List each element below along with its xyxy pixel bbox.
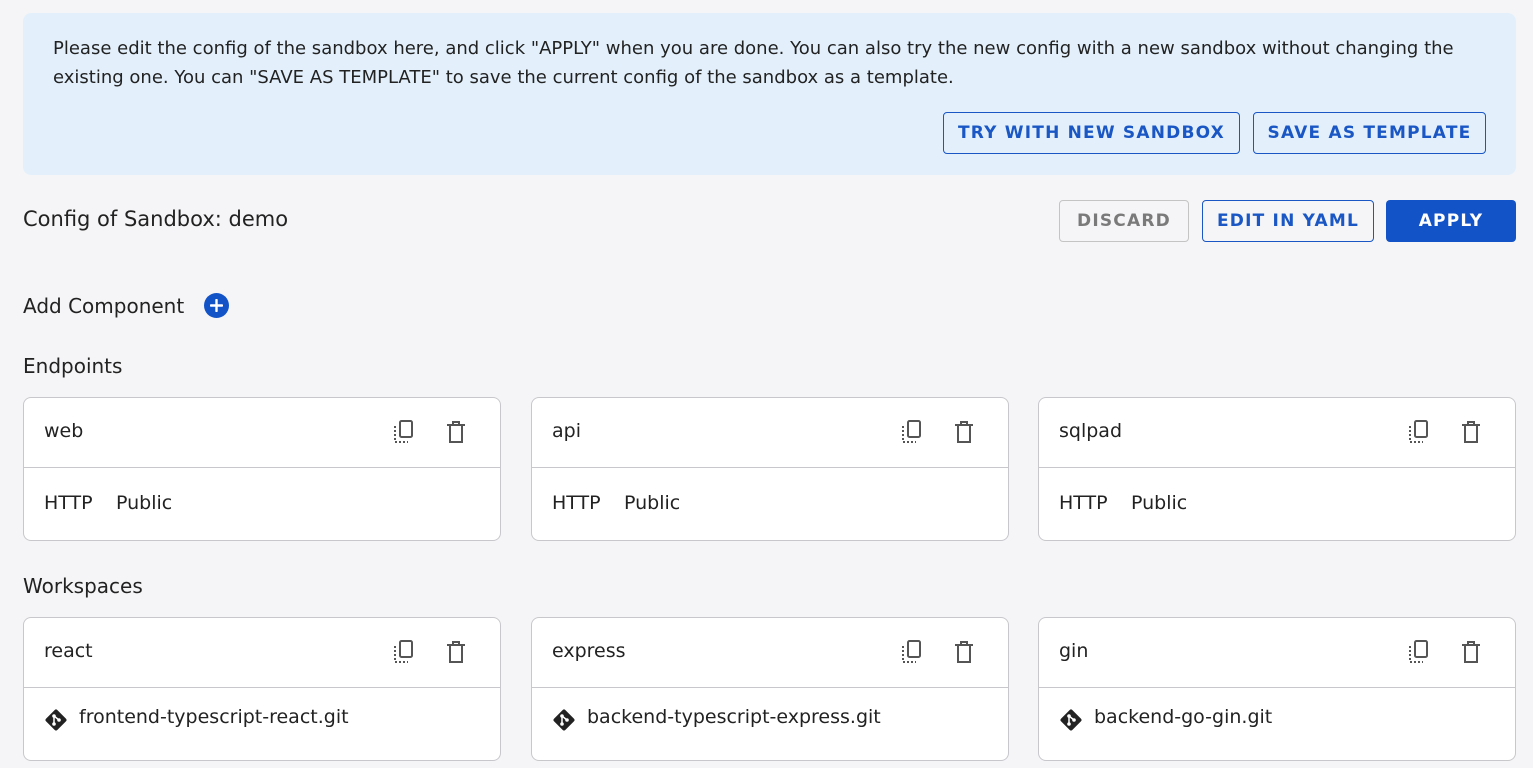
add-component-row: Add Component bbox=[23, 293, 230, 318]
repo-link[interactable]: frontend-typescript-react.git bbox=[79, 706, 349, 728]
trash-icon[interactable] bbox=[950, 418, 978, 446]
endpoint-card: sqlpad HTTP Public bbox=[1038, 397, 1516, 541]
endpoint-name: api bbox=[552, 420, 581, 442]
try-with-new-sandbox-button[interactable]: TRY WITH NEW SANDBOX bbox=[943, 112, 1240, 154]
endpoint-protocol: HTTP bbox=[552, 492, 601, 514]
endpoint-visibility: Public bbox=[624, 492, 681, 514]
plus-circle-icon[interactable] bbox=[204, 293, 230, 318]
workspace-card: gin backend-go-gin.git bbox=[1038, 617, 1516, 761]
trash-icon[interactable] bbox=[950, 638, 978, 666]
copy-icon[interactable] bbox=[1405, 418, 1433, 446]
endpoints-section-title: Endpoints bbox=[23, 354, 123, 378]
endpoint-name: sqlpad bbox=[1059, 420, 1123, 442]
banner-text: Please edit the config of the sandbox he… bbox=[53, 38, 1454, 88]
copy-icon[interactable] bbox=[898, 638, 926, 666]
discard-button[interactable]: DISCARD bbox=[1059, 200, 1189, 242]
git-icon bbox=[552, 708, 576, 736]
info-banner: Please edit the config of the sandbox he… bbox=[23, 13, 1516, 175]
copy-icon[interactable] bbox=[390, 418, 418, 446]
endpoint-protocol: HTTP bbox=[1059, 492, 1108, 514]
repo-link[interactable]: backend-typescript-express.git bbox=[587, 706, 881, 728]
repo-link[interactable]: backend-go-gin.git bbox=[1094, 706, 1272, 728]
git-icon bbox=[44, 708, 68, 736]
workspace-name: react bbox=[44, 640, 93, 662]
endpoint-protocol: HTTP bbox=[44, 492, 93, 514]
apply-button[interactable]: APPLY bbox=[1386, 200, 1516, 242]
git-icon bbox=[1059, 708, 1083, 736]
copy-icon[interactable] bbox=[1405, 638, 1433, 666]
endpoint-card: api HTTP Public bbox=[531, 397, 1009, 541]
endpoint-visibility: Public bbox=[1131, 492, 1188, 514]
endpoint-visibility: Public bbox=[116, 492, 173, 514]
page-title: Config of Sandbox: demo bbox=[23, 207, 289, 231]
workspace-name: express bbox=[552, 640, 626, 662]
save-as-template-button[interactable]: SAVE AS TEMPLATE bbox=[1253, 112, 1486, 154]
endpoint-card: web HTTP Public bbox=[23, 397, 501, 541]
copy-icon[interactable] bbox=[898, 418, 926, 446]
workspaces-section-title: Workspaces bbox=[23, 574, 143, 598]
workspace-card: express backend-typescript-express.git bbox=[531, 617, 1009, 761]
copy-icon[interactable] bbox=[390, 638, 418, 666]
trash-icon[interactable] bbox=[442, 418, 470, 446]
edit-in-yaml-button[interactable]: EDIT IN YAML bbox=[1202, 200, 1374, 242]
trash-icon[interactable] bbox=[1457, 638, 1485, 666]
endpoint-name: web bbox=[44, 420, 84, 442]
workspace-card: react frontend-typescript-react.git bbox=[23, 617, 501, 761]
workspace-name: gin bbox=[1059, 640, 1089, 662]
trash-icon[interactable] bbox=[1457, 418, 1485, 446]
trash-icon[interactable] bbox=[442, 638, 470, 666]
add-component-label: Add Component bbox=[23, 293, 185, 318]
